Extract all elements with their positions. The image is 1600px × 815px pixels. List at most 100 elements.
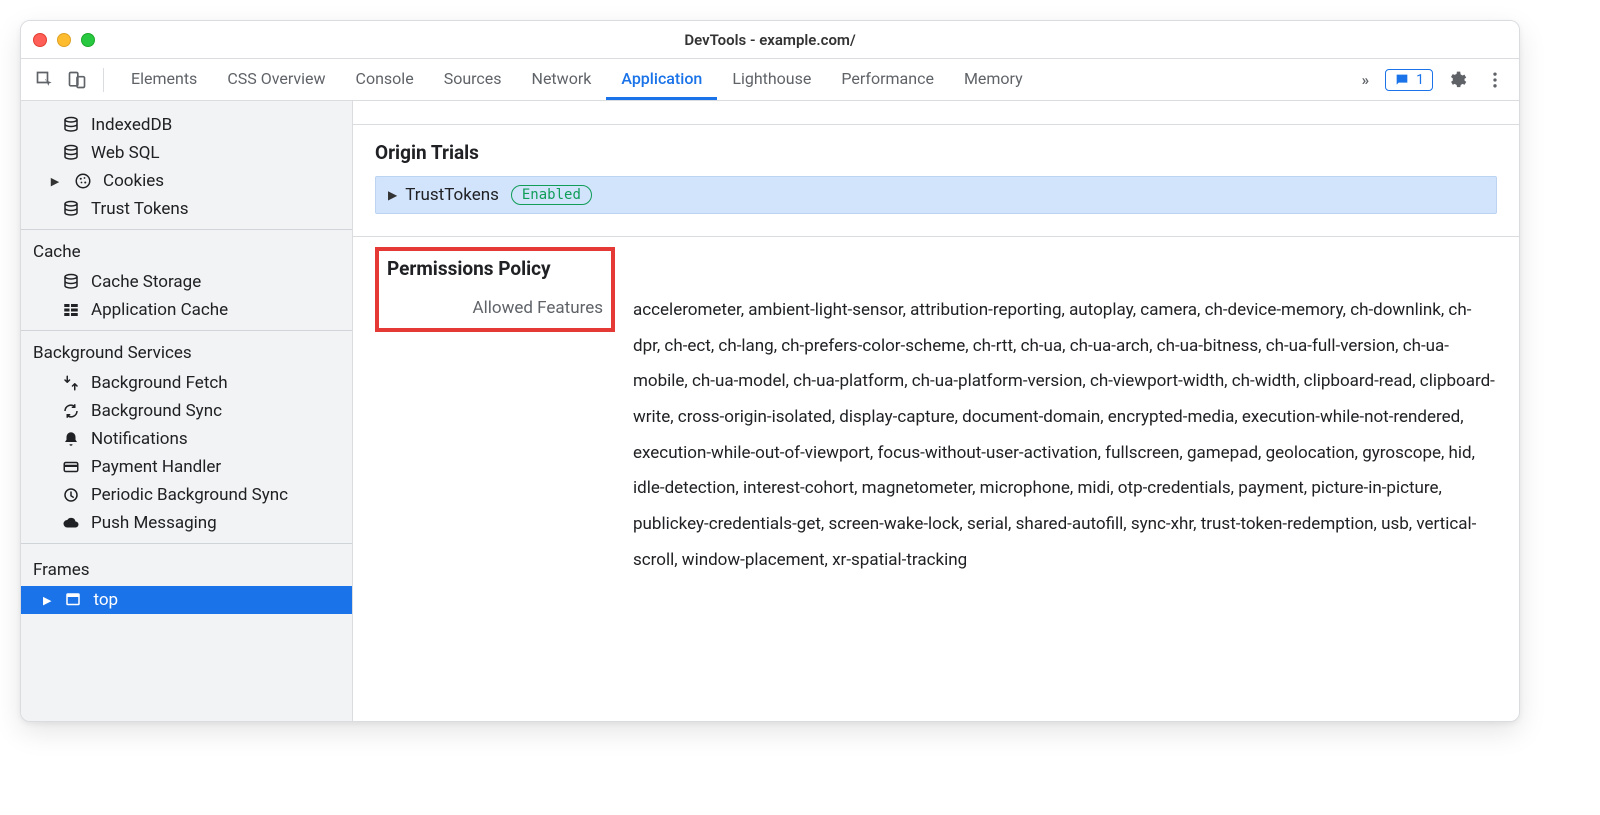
tab-label: Console	[356, 69, 414, 88]
tab-label: Memory	[964, 69, 1023, 88]
cache-group: Cache Cache Storage Application Cache	[21, 230, 352, 331]
sidebar-item-indexeddb[interactable]: IndexedDB	[21, 111, 352, 139]
permissions-subtitle: Allowed Features	[473, 298, 603, 318]
sidebar-item-label: Trust Tokens	[91, 199, 189, 219]
issues-button[interactable]: 1	[1385, 69, 1433, 91]
panel-tabs: Elements CSS Overview Console Sources Ne…	[116, 59, 1038, 100]
permissions-title: Permissions Policy	[387, 257, 551, 280]
tab-performance[interactable]: Performance	[826, 59, 949, 100]
tab-label: Lighthouse	[732, 69, 811, 88]
expand-caret-icon: ▶	[388, 188, 397, 202]
sidebar-item-label: Background Sync	[91, 401, 222, 421]
cloud-icon	[61, 513, 81, 533]
tab-label: Application	[621, 69, 702, 88]
device-toolbar-icon[interactable]	[63, 66, 91, 94]
group-header-bg: Background Services	[21, 337, 352, 369]
database-icon	[61, 115, 81, 135]
origin-trials-title: Origin Trials	[375, 141, 1497, 164]
issues-count: 1	[1416, 72, 1424, 88]
origin-trial-name: TrustTokens	[405, 185, 499, 205]
sidebar-item-bg-fetch[interactable]: Background Fetch	[21, 369, 352, 397]
tab-memory[interactable]: Memory	[949, 59, 1038, 100]
frame-icon	[63, 590, 83, 610]
sidebar-item-label: Application Cache	[91, 300, 228, 320]
group-header-cache: Cache	[21, 236, 352, 268]
sidebar-item-trust-tokens[interactable]: Trust Tokens	[21, 195, 352, 223]
traffic-lights	[33, 33, 95, 47]
sidebar-item-payment-handler[interactable]: Payment Handler	[21, 453, 352, 481]
tab-network[interactable]: Network	[517, 59, 607, 100]
bell-icon	[61, 429, 81, 449]
sync-icon	[61, 401, 81, 421]
panel-body: IndexedDB Web SQL ▶ Cookies	[21, 101, 1519, 721]
more-menu-icon[interactable]	[1481, 66, 1509, 94]
sidebar-item-label: Payment Handler	[91, 457, 221, 477]
application-sidebar: IndexedDB Web SQL ▶ Cookies	[21, 101, 353, 721]
minimize-window-button[interactable]	[57, 33, 71, 47]
devtools-toolbar: Elements CSS Overview Console Sources Ne…	[21, 59, 1519, 101]
sidebar-item-cache-storage[interactable]: Cache Storage	[21, 268, 352, 296]
sidebar-item-websql[interactable]: Web SQL	[21, 139, 352, 167]
sidebar-item-frame-top[interactable]: ▶ top	[21, 586, 352, 614]
frames-group: Frames ▶ top	[21, 544, 352, 620]
tab-label: Network	[532, 69, 592, 88]
fetch-icon	[61, 373, 81, 393]
sidebar-item-label: Notifications	[91, 429, 188, 449]
tab-console[interactable]: Console	[341, 59, 429, 100]
inspect-element-icon[interactable]	[31, 66, 59, 94]
sidebar-item-bg-sync[interactable]: Background Sync	[21, 397, 352, 425]
toolbar-separator	[103, 68, 104, 92]
issues-icon	[1394, 72, 1410, 88]
highlight-box: Permissions Policy Allowed Features	[375, 247, 615, 332]
background-services-group: Background Services Background Fetch Bac…	[21, 331, 352, 544]
sidebar-item-label: Web SQL	[91, 143, 160, 163]
cookie-icon	[73, 171, 93, 191]
close-window-button[interactable]	[33, 33, 47, 47]
toolbar-right: » 1	[1356, 66, 1509, 94]
tab-application[interactable]: Application	[606, 59, 717, 100]
sidebar-item-label: Cookies	[103, 171, 164, 191]
database-icon	[61, 272, 81, 292]
zoom-window-button[interactable]	[81, 33, 95, 47]
sidebar-item-cookies[interactable]: ▶ Cookies	[21, 167, 352, 195]
tab-label: Elements	[131, 69, 197, 88]
storage-group: IndexedDB Web SQL ▶ Cookies	[21, 101, 352, 230]
sidebar-item-label: Background Fetch	[91, 373, 228, 393]
tab-label: CSS Overview	[227, 69, 325, 88]
sidebar-item-label: top	[93, 590, 118, 610]
titlebar: DevTools - example.com/	[21, 21, 1519, 59]
tab-lighthouse[interactable]: Lighthouse	[717, 59, 826, 100]
expand-caret-icon: ▶	[43, 594, 51, 607]
tab-label: Performance	[841, 69, 934, 88]
chevrons-glyph: »	[1362, 71, 1370, 89]
settings-icon[interactable]	[1443, 66, 1471, 94]
tab-elements[interactable]: Elements	[116, 59, 212, 100]
tab-label: Sources	[444, 69, 502, 88]
devtools-window: DevTools - example.com/ Elements CSS Ove…	[20, 20, 1520, 722]
clock-icon	[61, 485, 81, 505]
tabs-overflow-button[interactable]: »	[1356, 71, 1376, 89]
sidebar-item-notifications[interactable]: Notifications	[21, 425, 352, 453]
sidebar-item-label: IndexedDB	[91, 115, 172, 135]
origin-trials-section: Origin Trials ▶ TrustTokens Enabled	[353, 125, 1519, 230]
tab-css-overview[interactable]: CSS Overview	[212, 59, 340, 100]
group-header-frames: Frames	[21, 550, 352, 586]
main-top-spacer	[353, 101, 1519, 125]
database-icon	[61, 143, 81, 163]
card-icon	[61, 457, 81, 477]
sidebar-item-application-cache[interactable]: Application Cache	[21, 296, 352, 324]
sidebar-item-label: Push Messaging	[91, 513, 217, 533]
permissions-policy-section: Permissions Policy Allowed Features acce…	[353, 237, 1519, 601]
database-icon	[61, 199, 81, 219]
origin-trial-row-trusttokens[interactable]: ▶ TrustTokens Enabled	[375, 176, 1497, 214]
tab-sources[interactable]: Sources	[429, 59, 517, 100]
expand-caret-icon: ▶	[49, 175, 61, 188]
permissions-left-column: Permissions Policy Allowed Features	[375, 247, 615, 332]
allowed-features-list: accelerometer, ambient-light-sensor, att…	[633, 293, 1497, 579]
main-pane: Origin Trials ▶ TrustTokens Enabled Perm…	[353, 101, 1519, 721]
sidebar-item-periodic-sync[interactable]: Periodic Background Sync	[21, 481, 352, 509]
status-chip-enabled: Enabled	[511, 185, 592, 205]
sidebar-item-label: Cache Storage	[91, 272, 201, 292]
sidebar-item-push-messaging[interactable]: Push Messaging	[21, 509, 352, 537]
permissions-right-column: accelerometer, ambient-light-sensor, att…	[633, 247, 1497, 579]
